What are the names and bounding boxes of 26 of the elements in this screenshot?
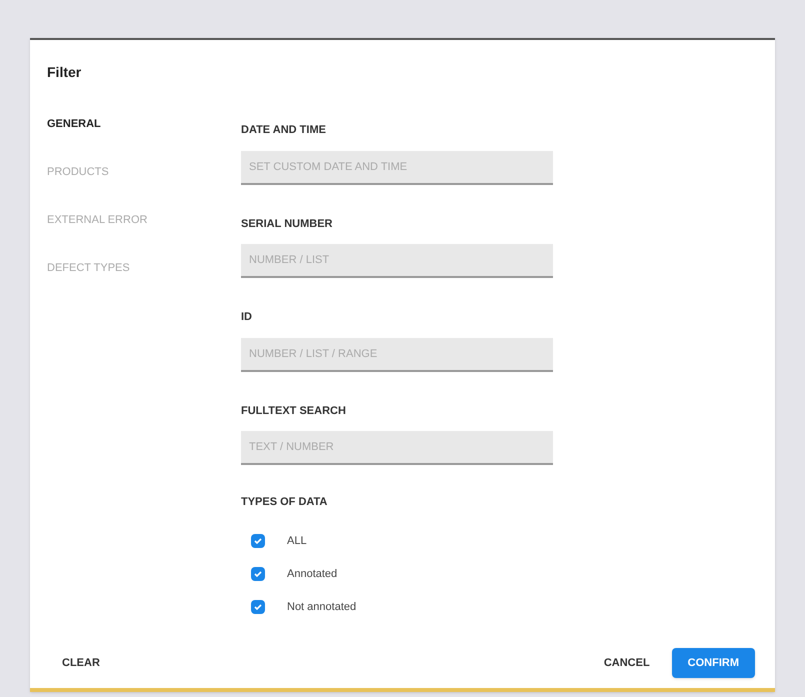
input-field[interactable]: NUMBER / LIST — [241, 244, 553, 278]
sidebar-tab[interactable]: EXTERNAL ERROR — [47, 196, 198, 244]
clear-button[interactable]: CLEAR — [50, 648, 112, 678]
field-label: FULLTEXT SEARCH — [241, 404, 347, 418]
input-field[interactable]: SET CUSTOM DATE AND TIME — [241, 150, 553, 184]
sidebar-tab[interactable]: PRODUCTS — [47, 148, 198, 196]
cancel-button[interactable]: CANCEL — [592, 648, 662, 678]
checkbox[interactable] — [251, 600, 265, 614]
input-field[interactable]: NUMBER / LIST / RANGE — [241, 338, 553, 372]
section-label: TYPES OF DATA — [241, 495, 328, 510]
checkbox-label: Not annotated — [287, 600, 356, 615]
checkbox[interactable] — [251, 534, 265, 548]
field-label: SERIAL NUMBER — [241, 216, 334, 232]
check-icon — [253, 602, 263, 612]
check-icon — [253, 536, 263, 546]
checkbox-label: ALL — [287, 534, 307, 549]
dialog-title: Filter — [46, 63, 82, 82]
field-label: DATE AND TIME — [241, 123, 327, 138]
field-label: ID — [241, 310, 253, 325]
checkbox[interactable] — [251, 567, 265, 581]
checkbox-label: Annotated — [287, 566, 338, 582]
sidebar-tab[interactable]: GENERAL — [47, 100, 198, 148]
sidebar-tab[interactable]: DEFECT TYPES — [47, 244, 198, 292]
confirm-button[interactable]: CONFIRM — [672, 648, 755, 678]
input-field[interactable]: TEXT / NUMBER — [241, 431, 553, 465]
check-icon — [253, 569, 263, 579]
